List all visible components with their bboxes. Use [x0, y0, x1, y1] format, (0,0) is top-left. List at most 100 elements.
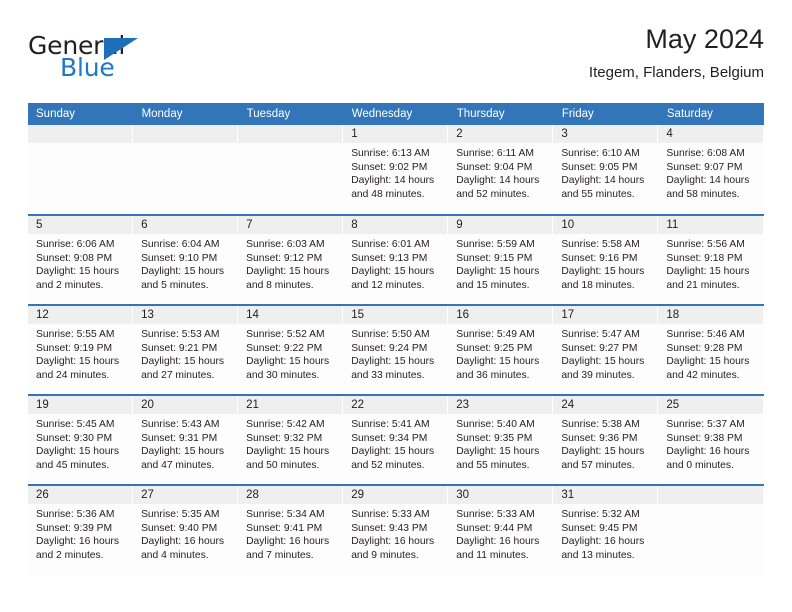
logo-word-blue: Blue — [60, 53, 115, 82]
day-number: 22 — [343, 396, 449, 414]
day-number: 1 — [343, 125, 449, 143]
day-number: 12 — [28, 306, 134, 324]
weekday-header-thursday: Thursday — [448, 103, 554, 125]
calendar-day-cell[interactable]: 2 Sunrise: 6:11 AM Sunset: 9:04 PM Daylight… — [448, 125, 554, 216]
daylight-text-line1: Daylight: 15 hours — [351, 446, 435, 458]
calendar-day-cell[interactable]: 14 Sunrise: 5:52 AM Sunset: 9:22 PM Dayligh… — [238, 305, 344, 396]
calendar-day-cell[interactable]: 19 Sunrise: 5:45 AM Sunset: 9:30 PM Dayligh… — [28, 395, 134, 486]
sunrise-text: Sunrise: 5:56 AM — [666, 239, 745, 250]
day-number: 31 — [553, 486, 659, 504]
sunrise-text: Sunrise: 5:53 AM — [141, 329, 220, 340]
sunset-text: Sunset: 9:16 PM — [561, 252, 638, 264]
calendar-day-cell[interactable]: 9 Sunrise: 5:59 AM Sunset: 9:15 PM Daylight… — [448, 215, 554, 306]
sunset-text: Sunset: 9:05 PM — [561, 161, 638, 173]
sunrise-text: Sunrise: 5:42 AM — [246, 419, 325, 430]
daylight-text-line1: Daylight: 15 hours — [36, 446, 119, 458]
calendar-day-cell[interactable]: 10 Sunrise: 5:58 AM Sunset: 9:16 PM Dayligh… — [553, 215, 659, 306]
calendar-week-row: 19 Sunrise: 5:45 AM Sunset: 9:30 PM Dayligh… — [28, 395, 764, 486]
day-number: 10 — [553, 216, 659, 234]
day-details: Sunrise: 6:04 AM Sunset: 9:10 PM Daylight:… — [133, 234, 238, 292]
sunset-text: Sunset: 9:21 PM — [141, 342, 218, 354]
calendar-day-cell[interactable]: 21 Sunrise: 5:42 AM Sunset: 9:32 PM Dayligh… — [238, 395, 344, 486]
day-number: 5 — [28, 216, 134, 234]
calendar-day-cell[interactable]: 11 Sunrise: 5:56 AM Sunset: 9:18 PM Dayligh… — [658, 215, 764, 306]
day-number — [658, 486, 764, 504]
daylight-text-line2: and 36 minutes. — [456, 369, 530, 381]
sunrise-text: Sunrise: 5:36 AM — [36, 509, 115, 520]
daylight-text-line2: and 39 minutes. — [561, 369, 635, 381]
calendar-day-cell[interactable]: 3 Sunrise: 6:10 AM Sunset: 9:05 PM Daylight… — [553, 125, 659, 216]
day-number: 16 — [448, 306, 554, 324]
calendar-header-row: Sunday Monday Tuesday Wednesday Thursday Frid… — [28, 103, 765, 125]
sunset-text: Sunset: 9:04 PM — [456, 161, 533, 173]
page-title: May 2024 — [645, 24, 764, 54]
sunset-text: Sunset: 9:44 PM — [456, 522, 533, 534]
daylight-text-line1: Daylight: 15 hours — [36, 356, 119, 368]
sunset-text: Sunset: 9:36 PM — [561, 432, 638, 444]
calendar-week-row: 26 Sunrise: 5:36 AM Sunset: 9:39 PM Dayligh… — [28, 485, 764, 575]
calendar-day-cell[interactable]: 1 Sunrise: 6:13 AM Sunset: 9:02 PM Daylight… — [343, 125, 449, 216]
calendar-day-cell[interactable]: 6 Sunrise: 6:04 AM Sunset: 9:10 PM Daylight… — [133, 215, 239, 306]
day-details: Sunrise: 5:36 AM Sunset: 9:39 PM Daylight:… — [28, 504, 133, 562]
daylight-text-line2: and 55 minutes. — [456, 459, 530, 471]
sunset-text: Sunset: 9:22 PM — [246, 342, 323, 354]
calendar-day-cell[interactable]: 27 Sunrise: 5:35 AM Sunset: 9:40 PM Dayligh… — [133, 485, 239, 575]
general-blue-logo[interactable]: General Blue — [28, 32, 208, 88]
daylight-text-line1: Daylight: 15 hours — [246, 266, 330, 278]
sunrise-text: Sunrise: 6:06 AM — [36, 239, 115, 250]
calendar-day-cell[interactable]: 5 Sunrise: 6:06 AM Sunset: 9:08 PM Daylight… — [28, 215, 134, 306]
calendar-day-cell[interactable]: 15 Sunrise: 5:50 AM Sunset: 9:24 PM Dayligh… — [343, 305, 449, 396]
daylight-text-line1: Daylight: 14 hours — [351, 175, 435, 187]
calendar-day-cell[interactable]: 28 Sunrise: 5:34 AM Sunset: 9:41 PM Dayligh… — [238, 485, 344, 575]
calendar-day-cell[interactable]: 17 Sunrise: 5:47 AM Sunset: 9:27 PM Dayligh… — [553, 305, 659, 396]
calendar-day-cell[interactable]: 18 Sunrise: 5:46 AM Sunset: 9:28 PM Dayligh… — [658, 305, 764, 396]
calendar-day-cell[interactable]: 4 Sunrise: 6:08 AM Sunset: 9:07 PM Daylight… — [658, 125, 764, 216]
day-number: 4 — [658, 125, 764, 143]
calendar-body: 1 Sunrise: 6:13 AM Sunset: 9:02 PM Daylight… — [28, 125, 764, 575]
daylight-text-line1: Daylight: 15 hours — [141, 446, 225, 458]
calendar-day-cell[interactable]: 24 Sunrise: 5:38 AM Sunset: 9:36 PM Dayligh… — [553, 395, 659, 486]
sunset-text: Sunset: 9:34 PM — [351, 432, 428, 444]
calendar-day-cell[interactable]: 7 Sunrise: 6:03 AM Sunset: 9:12 PM Daylight… — [238, 215, 344, 306]
weekday-header-monday: Monday — [133, 103, 239, 125]
calendar-day-cell[interactable]: 13 Sunrise: 5:53 AM Sunset: 9:21 PM Dayligh… — [133, 305, 239, 396]
calendar-day-cell[interactable]: 30 Sunrise: 5:33 AM Sunset: 9:44 PM Dayligh… — [448, 485, 554, 575]
calendar-day-cell[interactable]: 26 Sunrise: 5:36 AM Sunset: 9:39 PM Dayligh… — [28, 485, 134, 575]
calendar-day-cell[interactable]: 23 Sunrise: 5:40 AM Sunset: 9:35 PM Dayligh… — [448, 395, 554, 486]
day-details: Sunrise: 5:45 AM Sunset: 9:30 PM Daylight:… — [28, 414, 133, 472]
day-details: Sunrise: 5:33 AM Sunset: 9:43 PM Daylight:… — [343, 504, 448, 562]
sunset-text: Sunset: 9:43 PM — [351, 522, 428, 534]
sunset-text: Sunset: 9:40 PM — [141, 522, 218, 534]
sunset-text: Sunset: 9:28 PM — [666, 342, 743, 354]
sunrise-text: Sunrise: 5:59 AM — [456, 239, 535, 250]
calendar-day-cell[interactable]: 31 Sunrise: 5:32 AM Sunset: 9:45 PM Dayligh… — [553, 485, 659, 575]
sunset-text: Sunset: 9:25 PM — [456, 342, 533, 354]
calendar-day-cell[interactable]: 8 Sunrise: 6:01 AM Sunset: 9:13 PM Daylight… — [343, 215, 449, 306]
day-details: Sunrise: 5:38 AM Sunset: 9:36 PM Daylight:… — [553, 414, 658, 472]
daylight-text-line2: and 45 minutes. — [36, 459, 110, 471]
sunset-text: Sunset: 9:08 PM — [36, 252, 113, 264]
sunset-text: Sunset: 9:15 PM — [456, 252, 533, 264]
daylight-text-line1: Daylight: 14 hours — [561, 175, 645, 187]
sunset-text: Sunset: 9:27 PM — [561, 342, 638, 354]
daylight-text-line2: and 52 minutes. — [456, 188, 530, 200]
calendar-day-cell[interactable]: 25 Sunrise: 5:37 AM Sunset: 9:38 PM Dayligh… — [658, 395, 764, 486]
daylight-text-line2: and 9 minutes. — [351, 549, 419, 561]
day-number: 14 — [238, 306, 344, 324]
calendar-day-cell[interactable]: 16 Sunrise: 5:49 AM Sunset: 9:25 PM Dayligh… — [448, 305, 554, 396]
day-details: Sunrise: 5:40 AM Sunset: 9:35 PM Daylight:… — [448, 414, 553, 472]
calendar-day-cell[interactable]: 29 Sunrise: 5:33 AM Sunset: 9:43 PM Dayligh… — [343, 485, 449, 575]
calendar-day-cell[interactable]: 12 Sunrise: 5:55 AM Sunset: 9:19 PM Dayligh… — [28, 305, 134, 396]
day-number: 30 — [448, 486, 554, 504]
day-details: Sunrise: 5:52 AM Sunset: 9:22 PM Daylight:… — [238, 324, 343, 382]
daylight-text-line2: and 52 minutes. — [351, 459, 425, 471]
daylight-text-line2: and 15 minutes. — [456, 279, 530, 291]
day-number: 27 — [133, 486, 239, 504]
calendar-day-cell[interactable]: 22 Sunrise: 5:41 AM Sunset: 9:34 PM Dayligh… — [343, 395, 449, 486]
calendar-day-cell[interactable]: 20 Sunrise: 5:43 AM Sunset: 9:31 PM Dayligh… — [133, 395, 239, 486]
sunrise-text: Sunrise: 5:35 AM — [141, 509, 220, 520]
day-number: 29 — [343, 486, 449, 504]
sunrise-text: Sunrise: 5:55 AM — [36, 329, 115, 340]
daylight-text-line2: and 24 minutes. — [36, 369, 110, 381]
daylight-text-line2: and 57 minutes. — [561, 459, 635, 471]
